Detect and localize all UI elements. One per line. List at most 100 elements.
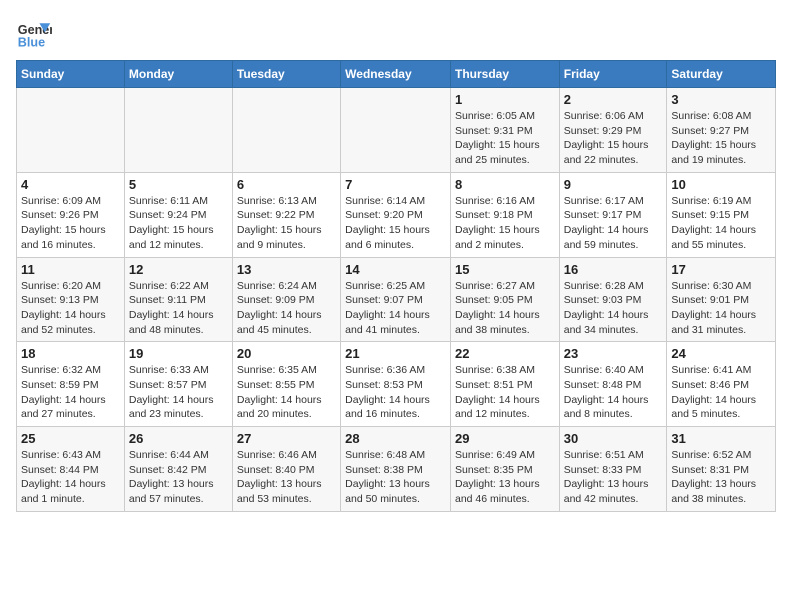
day-number: 14 <box>345 262 446 277</box>
day-info: Sunrise: 6:05 AM Sunset: 9:31 PM Dayligh… <box>455 109 555 168</box>
day-number: 23 <box>564 346 663 361</box>
day-info: Sunrise: 6:49 AM Sunset: 8:35 PM Dayligh… <box>455 448 555 507</box>
day-info: Sunrise: 6:20 AM Sunset: 9:13 PM Dayligh… <box>21 279 120 338</box>
day-cell: 24Sunrise: 6:41 AM Sunset: 8:46 PM Dayli… <box>667 342 776 427</box>
day-cell: 5 Sunrise: 6:11 AM Sunset: 9:24 PM Daylig… <box>124 172 232 257</box>
day-cell: 14Sunrise: 6:25 AM Sunset: 9:07 PM Dayli… <box>341 257 451 342</box>
day-info: Sunrise: 6:11 AM Sunset: 9:24 PM Dayligh… <box>129 194 228 253</box>
day-cell: 3 Sunrise: 6:08 AM Sunset: 9:27 PM Daylig… <box>667 88 776 173</box>
day-cell <box>124 88 232 173</box>
day-info: Sunrise: 6:28 AM Sunset: 9:03 PM Dayligh… <box>564 279 663 338</box>
day-number: 6 <box>237 177 336 192</box>
header-cell-tuesday: Tuesday <box>232 61 340 88</box>
day-info: Sunrise: 6:17 AM Sunset: 9:17 PM Dayligh… <box>564 194 663 253</box>
day-number: 7 <box>345 177 446 192</box>
day-number: 28 <box>345 431 446 446</box>
day-cell: 29Sunrise: 6:49 AM Sunset: 8:35 PM Dayli… <box>450 427 559 512</box>
day-number: 15 <box>455 262 555 277</box>
day-cell: 7 Sunrise: 6:14 AM Sunset: 9:20 PM Daylig… <box>341 172 451 257</box>
logo: General Blue <box>16 16 56 52</box>
day-cell: 30 Sunrise: 6:51 AM Sunset: 8:33 PM Dayli… <box>559 427 667 512</box>
day-info: Sunrise: 6:43 AM Sunset: 8:44 PM Dayligh… <box>21 448 120 507</box>
day-cell: 6Sunrise: 6:13 AM Sunset: 9:22 PM Daylig… <box>232 172 340 257</box>
day-info: Sunrise: 6:33 AM Sunset: 8:57 PM Dayligh… <box>129 363 228 422</box>
day-number: 21 <box>345 346 446 361</box>
day-number: 24 <box>671 346 771 361</box>
calendar-table: SundayMondayTuesdayWednesdayThursdayFrid… <box>16 60 776 512</box>
day-info: Sunrise: 6:24 AM Sunset: 9:09 PM Dayligh… <box>237 279 336 338</box>
day-cell: 2 Sunrise: 6:06 AM Sunset: 9:29 PM Daylig… <box>559 88 667 173</box>
week-row-2: 4Sunrise: 6:09 AM Sunset: 9:26 PM Daylig… <box>17 172 776 257</box>
header-cell-friday: Friday <box>559 61 667 88</box>
day-number: 22 <box>455 346 555 361</box>
day-number: 27 <box>237 431 336 446</box>
day-cell: 26Sunrise: 6:44 AM Sunset: 8:42 PM Dayli… <box>124 427 232 512</box>
day-cell <box>232 88 340 173</box>
day-cell: 4Sunrise: 6:09 AM Sunset: 9:26 PM Daylig… <box>17 172 125 257</box>
day-number: 25 <box>21 431 120 446</box>
day-cell: 21Sunrise: 6:36 AM Sunset: 8:53 PM Dayli… <box>341 342 451 427</box>
day-number: 13 <box>237 262 336 277</box>
day-info: Sunrise: 6:38 AM Sunset: 8:51 PM Dayligh… <box>455 363 555 422</box>
day-cell: 18 Sunrise: 6:32 AM Sunset: 8:59 PM Dayli… <box>17 342 125 427</box>
day-info: Sunrise: 6:46 AM Sunset: 8:40 PM Dayligh… <box>237 448 336 507</box>
day-cell: 31 Sunrise: 6:52 AM Sunset: 8:31 PM Dayli… <box>667 427 776 512</box>
day-cell: 16 Sunrise: 6:28 AM Sunset: 9:03 PM Dayli… <box>559 257 667 342</box>
day-info: Sunrise: 6:44 AM Sunset: 8:42 PM Dayligh… <box>129 448 228 507</box>
week-row-4: 18 Sunrise: 6:32 AM Sunset: 8:59 PM Dayli… <box>17 342 776 427</box>
day-number: 31 <box>671 431 771 446</box>
day-cell: 22 Sunrise: 6:38 AM Sunset: 8:51 PM Dayli… <box>450 342 559 427</box>
day-cell: 8 Sunrise: 6:16 AM Sunset: 9:18 PM Daylig… <box>450 172 559 257</box>
day-info: Sunrise: 6:27 AM Sunset: 9:05 PM Dayligh… <box>455 279 555 338</box>
day-number: 5 <box>129 177 228 192</box>
day-number: 8 <box>455 177 555 192</box>
day-cell: 13 Sunrise: 6:24 AM Sunset: 9:09 PM Dayli… <box>232 257 340 342</box>
week-row-1: 1 Sunrise: 6:05 AM Sunset: 9:31 PM Daylig… <box>17 88 776 173</box>
day-cell: 11 Sunrise: 6:20 AM Sunset: 9:13 PM Dayli… <box>17 257 125 342</box>
day-cell: 28 Sunrise: 6:48 AM Sunset: 8:38 PM Dayli… <box>341 427 451 512</box>
week-row-5: 25 Sunrise: 6:43 AM Sunset: 8:44 PM Dayli… <box>17 427 776 512</box>
day-cell: 19 Sunrise: 6:33 AM Sunset: 8:57 PM Dayli… <box>124 342 232 427</box>
day-cell <box>17 88 125 173</box>
day-number: 19 <box>129 346 228 361</box>
day-info: Sunrise: 6:14 AM Sunset: 9:20 PM Dayligh… <box>345 194 446 253</box>
day-info: Sunrise: 6:48 AM Sunset: 8:38 PM Dayligh… <box>345 448 446 507</box>
day-number: 3 <box>671 92 771 107</box>
header-cell-thursday: Thursday <box>450 61 559 88</box>
day-number: 12 <box>129 262 228 277</box>
day-cell: 12 Sunrise: 6:22 AM Sunset: 9:11 PM Dayli… <box>124 257 232 342</box>
day-number: 16 <box>564 262 663 277</box>
day-info: Sunrise: 6:19 AM Sunset: 9:15 PM Dayligh… <box>671 194 771 253</box>
week-row-3: 11 Sunrise: 6:20 AM Sunset: 9:13 PM Dayli… <box>17 257 776 342</box>
day-info: Sunrise: 6:51 AM Sunset: 8:33 PM Dayligh… <box>564 448 663 507</box>
header-row: SundayMondayTuesdayWednesdayThursdayFrid… <box>17 61 776 88</box>
calendar-body: 1 Sunrise: 6:05 AM Sunset: 9:31 PM Daylig… <box>17 88 776 512</box>
day-cell: 17Sunrise: 6:30 AM Sunset: 9:01 PM Dayli… <box>667 257 776 342</box>
header-cell-monday: Monday <box>124 61 232 88</box>
day-cell: 9 Sunrise: 6:17 AM Sunset: 9:17 PM Daylig… <box>559 172 667 257</box>
day-cell: 25 Sunrise: 6:43 AM Sunset: 8:44 PM Dayli… <box>17 427 125 512</box>
day-info: Sunrise: 6:06 AM Sunset: 9:29 PM Dayligh… <box>564 109 663 168</box>
day-info: Sunrise: 6:22 AM Sunset: 9:11 PM Dayligh… <box>129 279 228 338</box>
header-cell-sunday: Sunday <box>17 61 125 88</box>
day-info: Sunrise: 6:08 AM Sunset: 9:27 PM Dayligh… <box>671 109 771 168</box>
day-number: 10 <box>671 177 771 192</box>
day-number: 11 <box>21 262 120 277</box>
day-cell: 23Sunrise: 6:40 AM Sunset: 8:48 PM Dayli… <box>559 342 667 427</box>
day-info: Sunrise: 6:16 AM Sunset: 9:18 PM Dayligh… <box>455 194 555 253</box>
day-number: 18 <box>21 346 120 361</box>
day-number: 4 <box>21 177 120 192</box>
day-number: 1 <box>455 92 555 107</box>
day-info: Sunrise: 6:32 AM Sunset: 8:59 PM Dayligh… <box>21 363 120 422</box>
day-info: Sunrise: 6:52 AM Sunset: 8:31 PM Dayligh… <box>671 448 771 507</box>
day-number: 20 <box>237 346 336 361</box>
logo-icon: General Blue <box>16 16 52 52</box>
header-cell-saturday: Saturday <box>667 61 776 88</box>
day-cell: 1 Sunrise: 6:05 AM Sunset: 9:31 PM Daylig… <box>450 88 559 173</box>
day-number: 30 <box>564 431 663 446</box>
day-cell <box>341 88 451 173</box>
day-number: 2 <box>564 92 663 107</box>
day-number: 9 <box>564 177 663 192</box>
day-cell: 20Sunrise: 6:35 AM Sunset: 8:55 PM Dayli… <box>232 342 340 427</box>
day-cell: 15 Sunrise: 6:27 AM Sunset: 9:05 PM Dayli… <box>450 257 559 342</box>
